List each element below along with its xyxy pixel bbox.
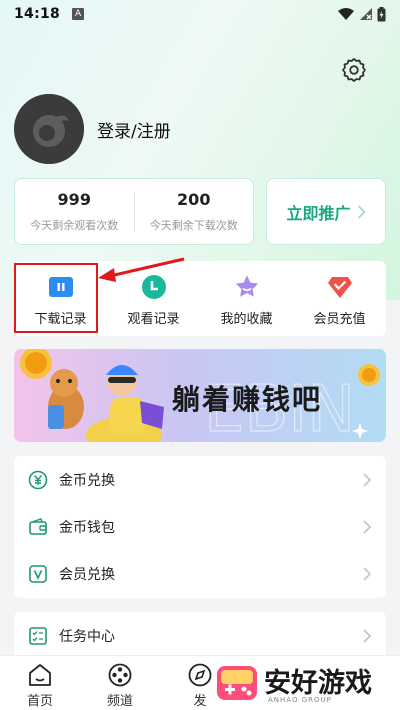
avatar[interactable] [14, 94, 84, 164]
watermark-subtext: ANHAO GROUP [268, 696, 332, 704]
menu-vip-exchange-label: 会员兑换 [59, 566, 115, 583]
tab-channel-label: 频道 [106, 694, 133, 709]
banner-title: 躺着赚钱吧 [172, 383, 323, 416]
chevron-right-icon [363, 519, 372, 534]
quick-favorites-label: 我的收藏 [220, 312, 273, 327]
menu-coin-exchange[interactable]: 金币兑换 [14, 456, 386, 503]
tab-home[interactable]: 首页 [0, 656, 80, 710]
stat-download-value: 200 [177, 190, 211, 209]
stats-card: 999 今天剩余观看次数 200 今天剩余下载次数 [14, 178, 254, 245]
discover-icon [188, 663, 212, 687]
gear-icon [342, 58, 366, 82]
channel-icon [108, 663, 132, 687]
annotation-arrow-icon [98, 257, 185, 282]
gamepad-logo-icon [217, 666, 257, 700]
promote-label: 立即推广 [286, 203, 351, 223]
stat-watch: 999 今天剩余观看次数 [15, 190, 134, 233]
stat-download: 200 今天剩余下载次数 [135, 190, 254, 233]
home-icon [29, 664, 51, 686]
chevron-right-icon [363, 472, 372, 487]
quick-vip-recharge[interactable]: 会员充值 [293, 261, 386, 336]
wallet-icon [29, 517, 47, 535]
vip-exchange-icon [29, 564, 47, 583]
vip-recharge-icon [327, 277, 352, 298]
quick-favorites[interactable]: 我的收藏 [200, 261, 293, 336]
battery-icon [377, 6, 386, 21]
menu-card: 金币兑换 金币钱包 会员兑换 [14, 456, 386, 598]
menu-vip-exchange[interactable]: 会员兑换 [14, 550, 386, 597]
status-time: 14:18 [14, 6, 61, 22]
task-center-icon [29, 626, 47, 645]
menu-coin-wallet[interactable]: 金币钱包 [14, 503, 386, 550]
tab-discover-label: 发 [193, 694, 207, 709]
menu-task-center-label: 任务中心 [59, 628, 115, 645]
quick-watch-label: 观看记录 [127, 312, 180, 327]
watermark-text: 安好游戏 [264, 667, 372, 699]
highlight-box [14, 263, 98, 333]
avatar-logo-icon [14, 94, 84, 164]
favorites-star-icon [235, 275, 258, 297]
chevron-right-icon [363, 628, 372, 643]
chevron-right-icon [357, 204, 366, 219]
notification-icon: A [72, 8, 85, 20]
stat-watch-label: 今天剩余观看次数 [30, 219, 119, 232]
promote-button[interactable]: 立即推广 [266, 178, 386, 245]
wifi-icon [338, 8, 354, 20]
chevron-right-icon [363, 566, 372, 581]
menu-coin-exchange-label: 金币兑换 [59, 472, 115, 489]
menu-task-center[interactable]: 任务中心 [14, 612, 386, 659]
menu-coin-wallet-label: 金币钱包 [59, 519, 115, 536]
quick-vip-label: 会员充值 [313, 312, 366, 327]
status-bar: 14:18 A [0, 0, 400, 28]
stat-watch-value: 999 [57, 190, 91, 209]
settings-button[interactable] [340, 56, 368, 84]
tab-channel[interactable]: 频道 [80, 656, 160, 710]
promo-banner[interactable]: EBIN 躺着赚钱吧 [14, 349, 386, 442]
tab-home-label: 首页 [26, 694, 53, 709]
coin-exchange-icon [28, 470, 48, 489]
signal-icon [360, 8, 372, 20]
login-register-link[interactable]: 登录/注册 [97, 117, 171, 142]
stat-download-label: 今天剩余下载次数 [149, 219, 238, 232]
